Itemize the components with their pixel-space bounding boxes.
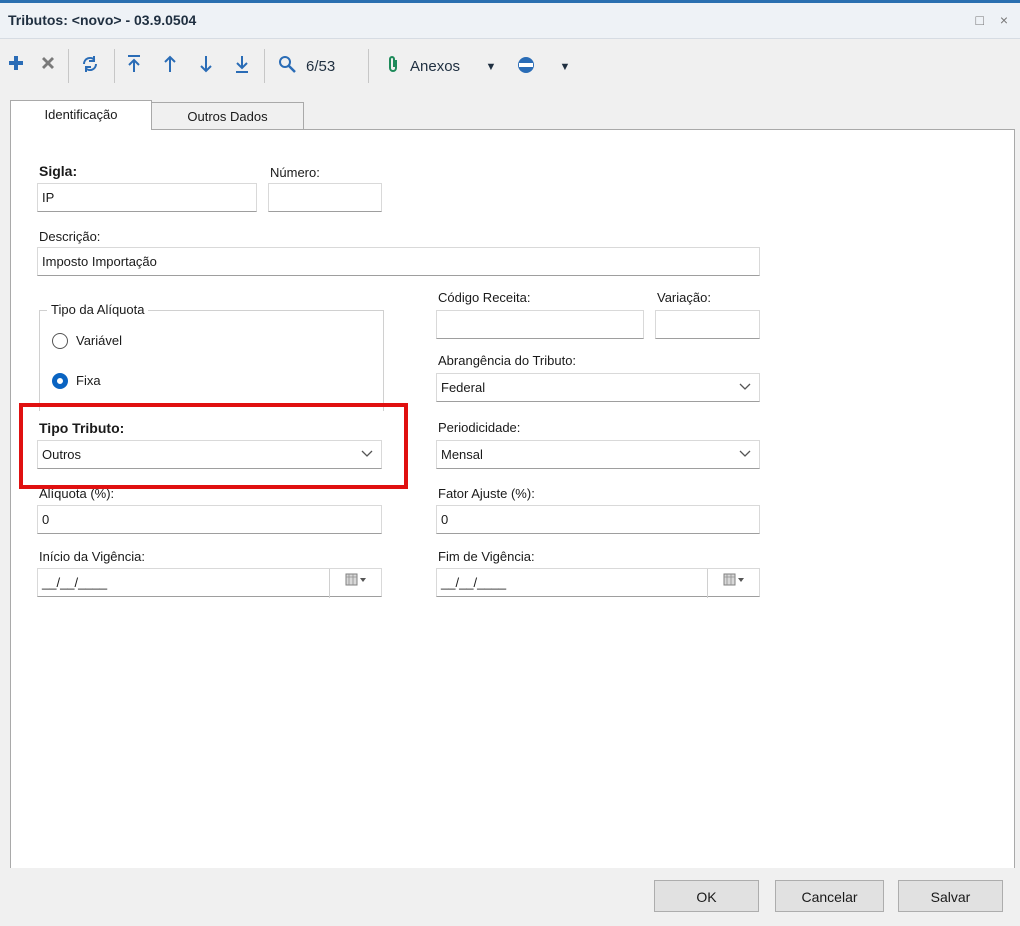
toolbar-separator [368, 49, 369, 83]
abrangencia-label: Abrangência do Tributo: [438, 353, 577, 368]
fim-vigencia-value: __/__/____ [441, 575, 507, 590]
toolbar-separator [264, 49, 265, 83]
toolbar-separator [68, 49, 69, 83]
tab-outros-dados[interactable]: Outros Dados [151, 102, 304, 130]
radio-fixa[interactable] [52, 373, 68, 389]
descricao-label: Descrição: [39, 229, 101, 244]
periodicidade-value: Mensal [441, 447, 483, 462]
numero-label: Número: [270, 165, 320, 180]
arrow-up-icon[interactable] [160, 55, 180, 79]
variacao-label: Variação: [657, 290, 711, 305]
inicio-vigencia-label: Início da Vigência: [39, 549, 145, 564]
inicio-vigencia-value: __/__/____ [42, 575, 108, 590]
chevron-down-icon [739, 374, 751, 401]
sigla-label: Sigla: [39, 163, 78, 179]
save-button[interactable]: Salvar [898, 880, 1003, 912]
cancel-button[interactable]: Cancelar [775, 880, 884, 912]
fator-ajuste-label: Fator Ajuste (%): [438, 486, 535, 501]
tipo-aliquota-group [39, 310, 384, 411]
chevron-down-icon[interactable]: ▼ [558, 55, 572, 79]
refresh-icon[interactable] [80, 55, 100, 79]
sigla-field[interactable]: IP [37, 183, 257, 212]
magnifier-icon[interactable] [276, 55, 298, 79]
numero-field[interactable] [268, 183, 382, 212]
disc-icon[interactable] [514, 55, 538, 79]
fim-vigencia-label: Fim de Vigência: [438, 549, 535, 564]
descricao-field[interactable]: Imposto Importação [37, 247, 760, 276]
radio-variavel[interactable] [52, 333, 68, 349]
attachments-button[interactable]: Anexos [410, 55, 460, 79]
inicio-vigencia-field[interactable]: __/__/____ [37, 568, 382, 598]
highlight-box [19, 403, 408, 489]
toolbar-separator [114, 49, 115, 83]
plus-icon[interactable] [6, 55, 26, 79]
periodicidade-label: Periodicidade: [438, 420, 521, 435]
abrangencia-select[interactable]: Federal [436, 373, 760, 402]
tab-identificacao[interactable]: Identificação [10, 100, 152, 130]
periodicidade-select[interactable]: Mensal [436, 440, 760, 469]
toolbar: 6/53 Anexos ▼ ▼ [0, 39, 1020, 95]
codigo-receita-field[interactable] [436, 310, 644, 339]
chevron-down-icon[interactable]: ▼ [484, 55, 498, 79]
arrow-top-icon[interactable] [124, 55, 144, 79]
fator-ajuste-field[interactable]: 0 [436, 505, 760, 534]
chevron-down-icon [739, 441, 751, 468]
paperclip-icon[interactable] [384, 55, 402, 79]
tipo-aliquota-title: Tipo da Alíquota [47, 302, 149, 317]
window-controls[interactable]: □ × [975, 12, 1014, 28]
ok-button[interactable]: OK [654, 880, 759, 912]
arrow-down-icon[interactable] [196, 55, 216, 79]
x-icon[interactable] [38, 55, 58, 79]
radio-fixa-label[interactable]: Fixa [76, 373, 101, 388]
abrangencia-value: Federal [441, 380, 486, 395]
calendar-icon[interactable] [329, 569, 381, 598]
title-bar: Tributos: <novo> - 03.9.0504 □ × [0, 3, 1020, 39]
window-title: Tributos: <novo> - 03.9.0504 [8, 12, 197, 28]
codigo-receita-label: Código Receita: [438, 290, 531, 305]
record-counter: 6/53 [306, 58, 336, 75]
arrow-bottom-icon[interactable] [232, 55, 252, 79]
fim-vigencia-field[interactable]: __/__/____ [436, 568, 760, 598]
radio-variavel-label[interactable]: Variável [76, 333, 122, 348]
variacao-field[interactable] [655, 310, 760, 339]
aliquota-field[interactable]: 0 [37, 505, 382, 534]
calendar-icon[interactable] [707, 569, 759, 598]
